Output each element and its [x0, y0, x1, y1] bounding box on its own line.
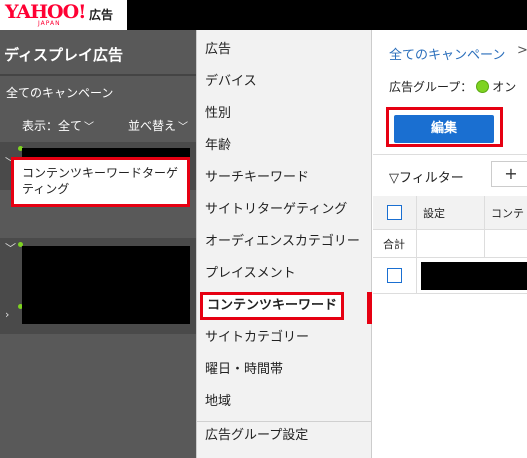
column-divider — [416, 196, 417, 229]
main-divider — [373, 154, 527, 155]
menu-item-site-category[interactable]: サイトカテゴリー — [197, 322, 371, 354]
sidebar-divider — [0, 74, 196, 76]
edit-button[interactable]: 編集 — [394, 115, 494, 143]
checkbox-icon — [387, 205, 402, 220]
adgroup-label: 広告グループ： — [389, 80, 473, 94]
sidebar-title: ディスプレイ広告 — [4, 46, 123, 64]
menu-item-age[interactable]: 年齢 — [197, 130, 371, 162]
chevron-down-icon[interactable]: ﹀ — [5, 240, 16, 256]
campaign-sidebar: ディスプレイ広告 全てのキャンペーン 表示：全て ﹀ 並べ替え ﹀ ﹀ ﹀ › — [0, 30, 196, 458]
adgroup-status-text: オン — [492, 80, 517, 94]
sort-label: 並べ替え — [128, 119, 177, 133]
column-divider — [416, 230, 417, 257]
top-header: YAHOO! JAPAN 広告 — [0, 0, 527, 30]
menu-item-day-time[interactable]: 曜日・時間帯 — [197, 354, 371, 386]
sort-dropdown[interactable]: 並べ替え ﹀ — [128, 117, 188, 134]
menu-item-search-keyword[interactable]: サーチキーワード — [197, 162, 371, 194]
filter-icon: ▽ — [389, 171, 399, 186]
campaign-row[interactable]: ﹀ › — [0, 238, 196, 334]
column-header-setting[interactable]: 設定 — [423, 196, 445, 229]
table-total-row: 合計 — [373, 230, 527, 258]
menu-item-content-keyword-label: コンテンツキーワード — [200, 292, 345, 320]
yahoo-ads-logo[interactable]: YAHOO! JAPAN 広告 — [0, 0, 127, 30]
chevron-right-icon[interactable]: › — [5, 308, 9, 321]
menu-item-adgroup-settings[interactable]: 広告グループ設定 — [197, 420, 371, 452]
total-label: 合計 — [383, 237, 405, 251]
column-divider — [484, 230, 485, 257]
selected-adgroup-item[interactable]: コンテンツキーワードターゲティング — [11, 157, 190, 207]
menu-item-audience-category[interactable]: オーディエンスカテゴリー — [197, 226, 371, 258]
menu-item-ads[interactable]: 広告 — [197, 34, 371, 66]
logo-japan-text: JAPAN — [38, 20, 61, 27]
status-on-icon — [476, 80, 490, 93]
menu-item-placement[interactable]: プレイスメント — [197, 258, 371, 290]
menu-item-site-retargeting[interactable]: サイトリターゲティング — [197, 194, 371, 226]
menu-item-content-keyword[interactable]: コンテンツキーワード — [197, 290, 371, 322]
adgroup-status: 広告グループ： オン — [389, 78, 516, 95]
adgroup-menu: 広告 デバイス 性別 年齢 サーチキーワード サイトリターゲティング オーディエ… — [196, 30, 372, 458]
select-all-checkbox[interactable] — [387, 196, 402, 229]
redacted-campaign-name — [22, 246, 190, 324]
display-filter-label: 表示：全て — [22, 119, 83, 133]
column-divider — [416, 258, 417, 293]
column-divider — [484, 196, 485, 229]
display-filter-dropdown[interactable]: 表示：全て ﹀ — [22, 117, 94, 134]
add-button[interactable]: + — [491, 161, 527, 187]
all-campaigns-link[interactable]: 全てのキャンペーン — [6, 84, 113, 101]
table-row[interactable] — [373, 258, 527, 294]
main-panel: 全てのキャンペーン > 広告グループ： オン 編集 ▽フィルター + 設定 コンテ… — [373, 30, 527, 458]
row-checkbox[interactable] — [387, 258, 402, 293]
breadcrumb-separator: > — [517, 43, 527, 58]
active-indicator — [367, 292, 372, 324]
app-root: YAHOO! JAPAN 広告 ディスプレイ広告 全てのキャンペーン 表示：全て… — [0, 0, 527, 458]
redacted-keyword — [421, 262, 527, 290]
table-header-row: 設定 コンテ — [373, 196, 527, 230]
menu-item-gender[interactable]: 性別 — [197, 98, 371, 130]
edit-button-highlight: 編集 — [386, 107, 503, 147]
chevron-down-icon: ﹀ — [178, 122, 189, 133]
chevron-down-icon: ﹀ — [84, 122, 95, 133]
checkbox-icon — [387, 268, 402, 283]
menu-item-device[interactable]: デバイス — [197, 66, 371, 98]
logo-ad-text: 広告 — [89, 8, 114, 22]
filter-label: フィルター — [399, 171, 464, 186]
menu-item-region[interactable]: 地域 — [197, 386, 371, 418]
filter-button[interactable]: ▽フィルター — [389, 167, 464, 186]
column-header-content[interactable]: コンテ — [491, 196, 524, 229]
breadcrumb-all-campaigns[interactable]: 全てのキャンペーン — [389, 44, 505, 63]
